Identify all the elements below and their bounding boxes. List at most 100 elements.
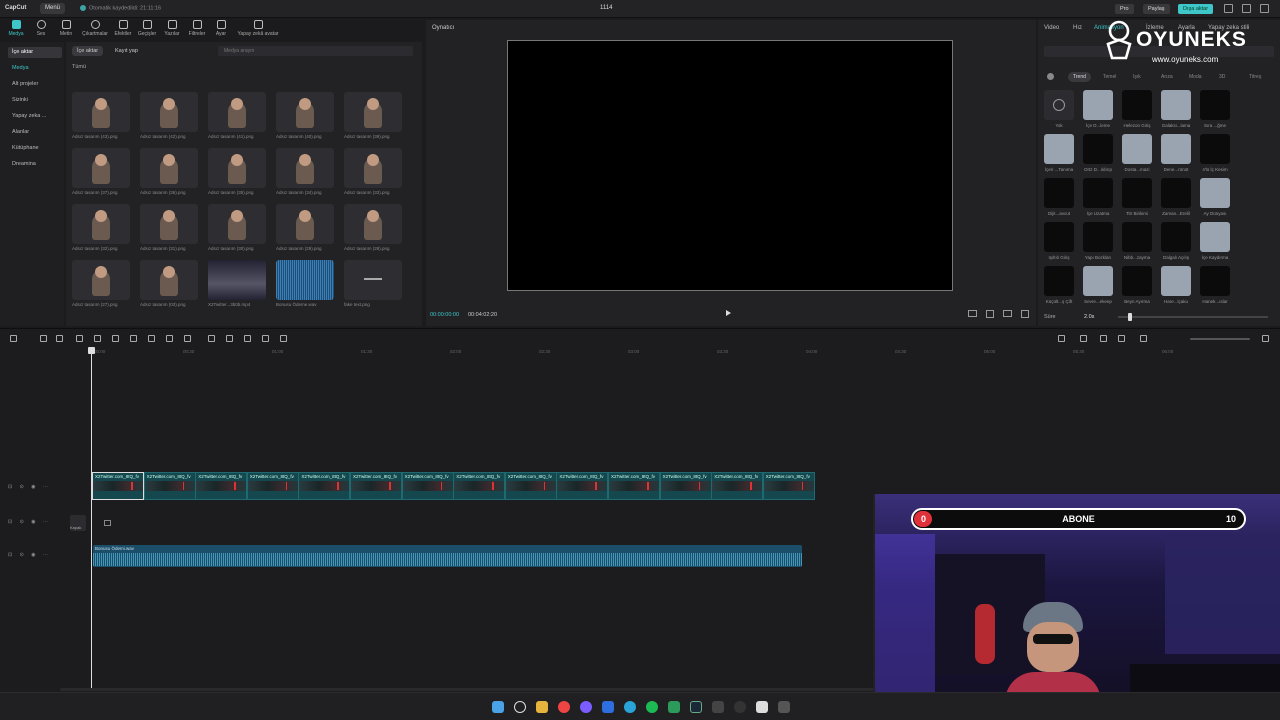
- media-thumbnail[interactable]: [72, 260, 130, 300]
- favorite-icon[interactable]: [1047, 73, 1054, 80]
- animation-preset[interactable]: [1122, 222, 1152, 252]
- pro-button[interactable]: Pro: [1115, 4, 1134, 14]
- animation-preset[interactable]: [1161, 90, 1191, 120]
- animation-preset[interactable]: [1044, 90, 1074, 120]
- animation-preset[interactable]: [1044, 178, 1074, 208]
- animation-preset[interactable]: [1044, 134, 1074, 164]
- fit-icon[interactable]: [986, 310, 994, 318]
- animation-preset[interactable]: [1122, 134, 1152, 164]
- preview-axis-icon[interactable]: [1118, 335, 1125, 342]
- duration-value[interactable]: 2.0s: [1084, 314, 1094, 320]
- animation-preset[interactable]: [1083, 266, 1113, 296]
- media-thumbnail[interactable]: [344, 204, 402, 244]
- video-track-controls[interactable]: ⊡ ⊙ ◉ ⋯: [8, 484, 51, 490]
- redo-icon[interactable]: [56, 335, 63, 342]
- animation-preset[interactable]: [1044, 222, 1074, 252]
- playhead[interactable]: [88, 347, 95, 689]
- select-icon[interactable]: [10, 335, 17, 342]
- xbox-icon[interactable]: [668, 701, 680, 713]
- tab-speed[interactable]: Hız: [1073, 25, 1082, 31]
- discord-icon[interactable]: [580, 701, 592, 713]
- undo-icon[interactable]: [40, 335, 47, 342]
- animation-preset[interactable]: [1122, 266, 1152, 296]
- media-thumbnail[interactable]: [344, 260, 402, 300]
- tab-video[interactable]: Video: [1044, 25, 1059, 31]
- video-clip[interactable]: X2Twitter.com_8tQ_fv: [401, 472, 454, 500]
- import-tab[interactable]: İçe aktar: [72, 46, 104, 56]
- nav-import[interactable]: İçe aktar: [8, 47, 62, 58]
- animation-preset[interactable]: [1200, 90, 1230, 120]
- steam-icon[interactable]: [690, 701, 702, 713]
- tool-captions[interactable]: Yazılar: [159, 20, 185, 37]
- video-clip[interactable]: X2Twitter.com_8tQ_fv: [659, 472, 712, 500]
- tool-transitions[interactable]: Geçişler: [134, 20, 160, 37]
- category-tab[interactable]: Işık: [1128, 72, 1146, 82]
- start-icon[interactable]: [492, 701, 504, 713]
- video-clip[interactable]: X2Twitter.com_8tQ_fv: [195, 472, 248, 500]
- record-tab[interactable]: Kayıt yap: [110, 46, 143, 56]
- zoom-out-icon[interactable]: [1140, 335, 1147, 342]
- animation-preset[interactable]: [1161, 178, 1191, 208]
- tool-ai-avatar[interactable]: Yapay zekâ avatar: [236, 20, 280, 37]
- nav-media[interactable]: Medya: [8, 63, 62, 74]
- split-right-icon[interactable]: [112, 335, 119, 342]
- media-thumbnail[interactable]: [208, 92, 266, 132]
- tool-text[interactable]: Metin: [53, 20, 79, 37]
- video-clip[interactable]: X2Twitter.com_8tQ_fv: [453, 472, 506, 500]
- category-tab[interactable]: Temel: [1098, 72, 1121, 82]
- animation-preset[interactable]: [1200, 134, 1230, 164]
- video-clip[interactable]: X2Twitter.com_8tQ_fv: [556, 472, 609, 500]
- settings-icon[interactable]: [778, 701, 790, 713]
- folder-icon[interactable]: [536, 701, 548, 713]
- video-clip[interactable]: X2Twitter.com_8tQ_fv: [143, 472, 196, 500]
- obs-icon[interactable]: [712, 701, 724, 713]
- media-thumbnail[interactable]: [72, 92, 130, 132]
- media-thumbnail[interactable]: [276, 260, 334, 300]
- close-icon[interactable]: [1260, 4, 1269, 13]
- media-thumbnail[interactable]: [140, 204, 198, 244]
- media-thumbnail[interactable]: [72, 148, 130, 188]
- extract-icon[interactable]: [244, 335, 251, 342]
- media-thumbnail[interactable]: [140, 92, 198, 132]
- telegram-icon[interactable]: [624, 701, 636, 713]
- category-tab[interactable]: 3D: [1214, 72, 1230, 82]
- animation-preset[interactable]: [1083, 134, 1113, 164]
- media-thumbnail[interactable]: [208, 204, 266, 244]
- nav-dreamina[interactable]: Dreamina: [8, 159, 62, 170]
- video-clip[interactable]: X2Twitter.com_8tQ_fv: [350, 472, 402, 500]
- nav-yours[interactable]: Sizinki: [8, 95, 62, 106]
- media-search-input[interactable]: Medya arayın: [218, 46, 413, 56]
- animation-preset[interactable]: [1161, 266, 1191, 296]
- video-clip[interactable]: X2Twitter.com_8tQ_fv: [298, 472, 351, 500]
- nav-subprojects[interactable]: Alt projeler: [8, 79, 62, 90]
- video-clip[interactable]: X2Twitter.com_8tQ_fv: [608, 472, 660, 500]
- tool-adjust[interactable]: Ayar: [208, 20, 234, 37]
- ai-icon[interactable]: [262, 335, 269, 342]
- freeze-icon[interactable]: [208, 335, 215, 342]
- reverse-icon[interactable]: [226, 335, 233, 342]
- share-button[interactable]: Paylaş: [1143, 4, 1170, 14]
- delete-icon[interactable]: [130, 335, 137, 342]
- animation-preset[interactable]: [1161, 134, 1191, 164]
- preview-canvas[interactable]: [507, 40, 953, 291]
- category-tab[interactable]: Titreş: [1244, 72, 1266, 82]
- crop-icon[interactable]: [166, 335, 173, 342]
- tool-filters[interactable]: Filtreler: [184, 20, 210, 37]
- media-thumbnail[interactable]: [208, 260, 266, 300]
- category-tab[interactable]: Trend: [1068, 72, 1091, 82]
- animation-preset[interactable]: [1044, 266, 1074, 296]
- minimize-icon[interactable]: [1224, 4, 1233, 13]
- capcut-taskbar-icon[interactable]: [756, 701, 768, 713]
- media-thumbnail[interactable]: [140, 148, 198, 188]
- chrome-icon[interactable]: [558, 701, 570, 713]
- nav-library[interactable]: Kütüphane: [8, 143, 62, 154]
- media-thumbnail[interactable]: [344, 148, 402, 188]
- animation-preset[interactable]: [1122, 178, 1152, 208]
- media-thumbnail[interactable]: [344, 92, 402, 132]
- nav-ai[interactable]: Yapay zeka ...: [8, 111, 62, 122]
- tool-effects[interactable]: Efektler: [110, 20, 136, 37]
- crop-icon[interactable]: [1003, 310, 1012, 317]
- animation-preset[interactable]: [1122, 90, 1152, 120]
- media-thumbnail[interactable]: [276, 148, 334, 188]
- marker-icon[interactable]: [148, 335, 155, 342]
